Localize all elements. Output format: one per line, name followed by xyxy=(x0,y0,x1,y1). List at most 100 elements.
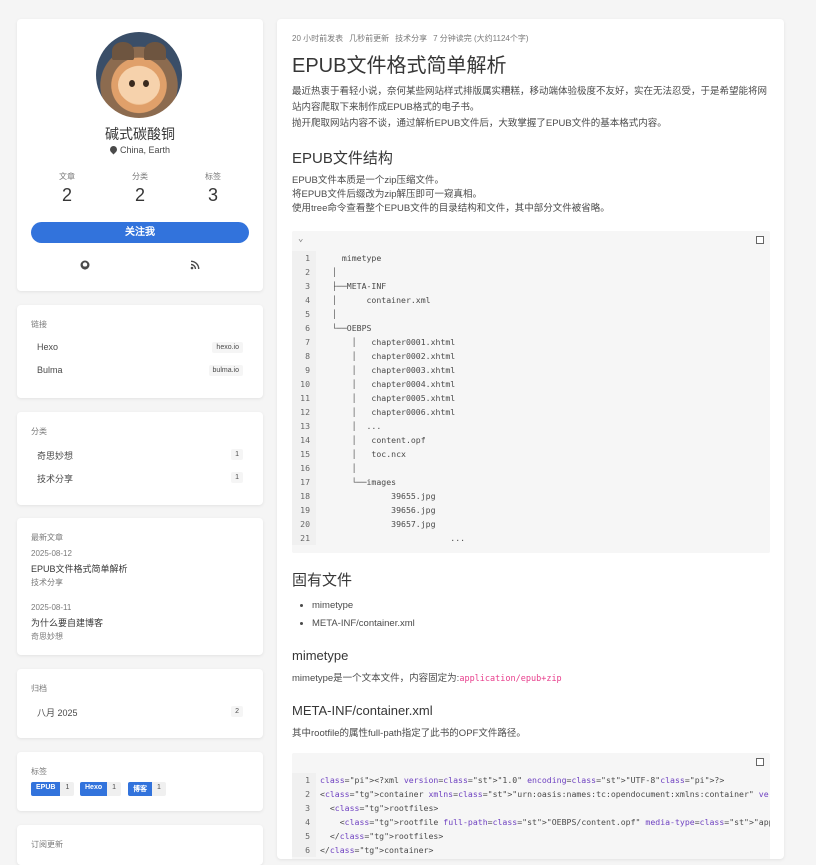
code-line: │ chapter0003.xhtml xyxy=(332,365,456,375)
chevron-down-icon[interactable]: ⌄ xyxy=(298,234,303,244)
code-line: </class="tg">rootfiles> xyxy=(320,831,444,841)
line-number: 3 xyxy=(305,281,310,291)
posted-time: 20 小时前发表 xyxy=(292,34,344,43)
link-item-hexo[interactable]: Hexo hexo.io xyxy=(31,339,249,357)
code-line: 39657.jpg xyxy=(332,519,436,529)
code-line: │ chapter0002.xhtml xyxy=(332,351,456,361)
recent-post-category[interactable]: 技术分享 xyxy=(31,577,128,588)
code-line: 39656.jpg xyxy=(332,505,436,515)
category-count: 1 xyxy=(231,449,243,460)
copy-icon[interactable] xyxy=(756,236,764,244)
article-category-link[interactable]: 技术分享 xyxy=(395,34,427,43)
tag-count: 1 xyxy=(107,782,122,796)
article-intro: 最近热衷于看轻小说，奈何某些网站样式排版属实糟糕，移动端体验极度不友好，实在无法… xyxy=(292,84,770,132)
code-line: └──images xyxy=(332,477,397,487)
rss-icon[interactable] xyxy=(190,260,200,273)
line-number: 6 xyxy=(305,323,310,333)
code-line: │ xyxy=(332,267,337,277)
copy-icon[interactable] xyxy=(756,758,764,766)
line-number: 13 xyxy=(300,421,310,431)
widget-title: 链接 xyxy=(31,320,47,329)
link-item-bulma[interactable]: Bulma bulma.io xyxy=(31,362,249,380)
category-item[interactable]: 奇思妙想 1 xyxy=(31,446,249,464)
avatar-face xyxy=(118,66,160,104)
line-number: 8 xyxy=(305,351,310,361)
structure-text: EPUB文件本质是一个zip压缩文件。 将EPUB文件后缀改为zip解压即可一窥… xyxy=(292,174,770,216)
recent-post-date: 2025-08-11 xyxy=(31,603,72,612)
github-icon[interactable] xyxy=(80,260,90,273)
line-number: 9 xyxy=(305,365,310,375)
line-number: 17 xyxy=(300,477,310,487)
category-item[interactable]: 技术分享 1 xyxy=(31,469,249,487)
link-domain: hexo.io xyxy=(212,342,243,353)
paragraph: EPUB文件本质是一个zip压缩文件。 xyxy=(292,175,445,186)
link-domain: bulma.io xyxy=(208,365,243,376)
updated-time: 几秒前更新 xyxy=(349,34,390,43)
archive-item[interactable]: 八月 2025 2 xyxy=(31,703,249,721)
location-pin-icon xyxy=(108,144,119,155)
line-number: 14 xyxy=(300,435,310,445)
code-line: │ chapter0004.xhtml xyxy=(332,379,456,389)
avatar-eye xyxy=(143,80,149,87)
tag-chip[interactable]: Hexo 1 xyxy=(80,782,122,796)
paragraph: 使用tree命令查看整个EPUB文件的目录结构和文件，其中部分文件被省略。 xyxy=(292,203,610,214)
link-label: Bulma xyxy=(37,365,63,375)
widget-title: 订阅更新 xyxy=(31,840,63,849)
recent-post-category[interactable]: 奇思妙想 xyxy=(31,631,103,642)
code-line: │ toc.ncx xyxy=(332,449,406,459)
line-number: 2 xyxy=(305,267,310,277)
tag-label: 博客 xyxy=(128,782,152,796)
line-number: 16 xyxy=(300,463,310,473)
code-line: <class="tg">rootfile full-path=class="st… xyxy=(320,817,770,827)
recent-post[interactable]: 2025-08-12 EPUB文件格式简单解析 技术分享 xyxy=(31,549,128,588)
stat-value: 3 xyxy=(207,185,218,205)
tags-widget: 标签 EPUB 1 Hexo 1 博客 1 xyxy=(17,752,263,811)
profile-name: 碱式碳酸铜 xyxy=(105,126,175,142)
stat-categories[interactable]: 分类 2 xyxy=(110,171,170,206)
paragraph: 最近热衷于看轻小说，奈何某些网站样式排版属实糟糕，移动端体验极度不友好，实在无法… xyxy=(292,86,768,113)
code-block-tree: ⌄ 1 2 3 4 5 6 7 8 9 10 11 12 13 14 15 16 17 18 19 20 21 mime… xyxy=(292,231,770,553)
tag-chip[interactable]: EPUB 1 xyxy=(31,782,75,796)
avatar-ear xyxy=(144,42,166,60)
links-widget: 链接 Hexo hexo.io Bulma bulma.io xyxy=(17,305,263,398)
line-numbers: 1 2 3 4 5 6 7 8 9 10 11 12 13 14 15 16 17 18 19 20 21 xyxy=(292,251,316,545)
paragraph: mimetype是一个文本文件，内容固定为: xyxy=(292,673,460,684)
code-line: └──OEBPS xyxy=(332,323,372,333)
code-line: ... xyxy=(332,533,466,543)
line-number: 1 xyxy=(305,775,310,785)
code-line: │ chapter0001.xhtml xyxy=(332,337,456,347)
stat-tags[interactable]: 标签 3 xyxy=(183,171,243,206)
widget-title: 标签 xyxy=(31,767,47,776)
profile-location: China, Earth xyxy=(17,144,263,155)
follow-button[interactable]: 关注我 xyxy=(31,222,249,243)
category-label: 奇思妙想 xyxy=(37,451,74,461)
recent-post-title[interactable]: EPUB文件格式简单解析 xyxy=(31,562,128,575)
widget-title: 最新文章 xyxy=(31,533,63,542)
avatar-eye xyxy=(129,80,135,87)
code-line: │ ... xyxy=(332,421,382,431)
code-toolbar xyxy=(292,753,770,773)
code-line: 39655.jpg xyxy=(332,491,436,501)
code-line: class="pi"><?xml version=class="st">"1.0… xyxy=(320,775,725,785)
tag-chip[interactable]: 博客 1 xyxy=(128,782,166,796)
profile-card: 碱式碳酸铜 China, Earth 文章 2 分类 2 标签 3 关注我 xyxy=(17,19,263,291)
line-number: 5 xyxy=(305,309,310,319)
tag-label: EPUB xyxy=(31,782,61,796)
line-number: 7 xyxy=(305,337,310,347)
code-line: │ content.opf xyxy=(332,435,426,445)
code-line: │ container.xml xyxy=(332,295,431,305)
line-number: 2 xyxy=(305,789,310,799)
widget-title: 分类 xyxy=(31,427,47,436)
code-line: │ chapter0006.xhtml xyxy=(332,407,456,417)
code-line: <class="tg">rootfiles> xyxy=(320,803,439,813)
recent-post-title[interactable]: 为什么要自建博客 xyxy=(31,616,103,629)
stat-posts[interactable]: 文章 2 xyxy=(37,171,97,206)
recent-post[interactable]: 2025-08-11 为什么要自建博客 奇思妙想 xyxy=(31,603,103,642)
code-line: <class="tg">container xmlns=class="st">"… xyxy=(320,789,770,799)
line-number: 10 xyxy=(300,379,310,389)
line-number: 19 xyxy=(300,505,310,515)
paragraph: 抛开爬取网站内容不谈，通过解析EPUB文件后，大致掌握了EPUB文件的基本格式内… xyxy=(292,118,667,129)
heading-container-xml: META-INF/container.xml xyxy=(292,703,433,718)
list-item: mimetype xyxy=(312,597,415,615)
code-line: │ xyxy=(332,463,357,473)
